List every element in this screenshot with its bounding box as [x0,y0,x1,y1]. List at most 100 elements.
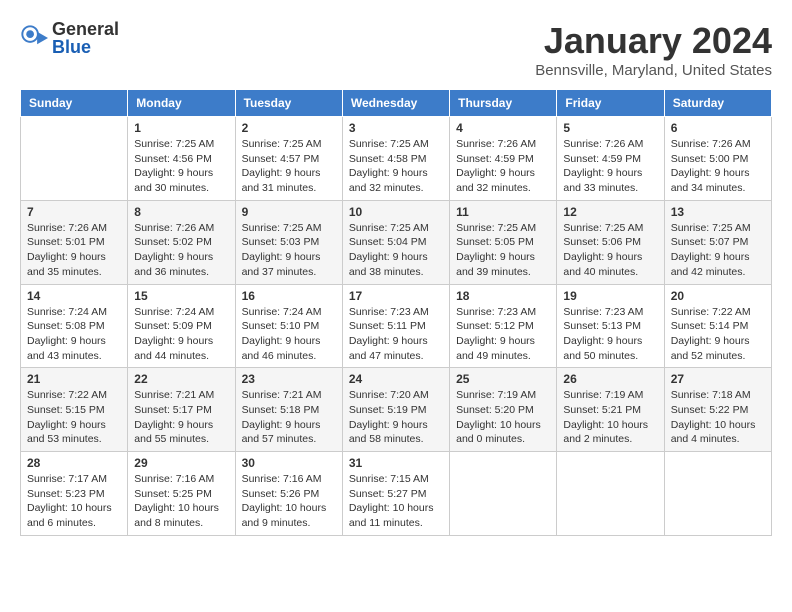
calendar-cell: 11 Sunrise: 7:25 AMSunset: 5:05 PMDayligh… [450,200,557,284]
calendar-cell: 13 Sunrise: 7:25 AMSunset: 5:07 PMDayligh… [664,200,771,284]
day-number: 17 [349,289,443,303]
day-number: 9 [242,205,336,219]
day-info: Sunrise: 7:25 AMSunset: 4:56 PMDaylight:… [134,137,228,196]
day-info: Sunrise: 7:26 AMSunset: 4:59 PMDaylight:… [563,137,657,196]
calendar-cell: 9 Sunrise: 7:25 AMSunset: 5:03 PMDaylight… [235,200,342,284]
day-info: Sunrise: 7:26 AMSunset: 4:59 PMDaylight:… [456,137,550,196]
day-info: Sunrise: 7:19 AMSunset: 5:21 PMDaylight:… [563,388,657,447]
day-info: Sunrise: 7:25 AMSunset: 4:58 PMDaylight:… [349,137,443,196]
day-info: Sunrise: 7:19 AMSunset: 5:20 PMDaylight:… [456,388,550,447]
day-info: Sunrise: 7:24 AMSunset: 5:09 PMDaylight:… [134,305,228,364]
month-title: January 2024 [535,20,772,62]
day-number: 22 [134,372,228,386]
day-number: 21 [27,372,121,386]
col-header-tuesday: Tuesday [235,90,342,117]
day-info: Sunrise: 7:25 AMSunset: 5:06 PMDaylight:… [563,221,657,280]
day-info: Sunrise: 7:24 AMSunset: 5:08 PMDaylight:… [27,305,121,364]
col-header-monday: Monday [128,90,235,117]
calendar-cell: 25 Sunrise: 7:19 AMSunset: 5:20 PMDayligh… [450,368,557,452]
calendar-cell: 12 Sunrise: 7:25 AMSunset: 5:06 PMDayligh… [557,200,664,284]
calendar-cell: 4 Sunrise: 7:26 AMSunset: 4:59 PMDaylight… [450,117,557,201]
calendar-cell: 27 Sunrise: 7:18 AMSunset: 5:22 PMDayligh… [664,368,771,452]
day-number: 14 [27,289,121,303]
calendar-cell: 31 Sunrise: 7:15 AMSunset: 5:27 PMDayligh… [342,452,449,536]
calendar-cell: 3 Sunrise: 7:25 AMSunset: 4:58 PMDaylight… [342,117,449,201]
calendar-cell: 15 Sunrise: 7:24 AMSunset: 5:09 PMDayligh… [128,284,235,368]
calendar-cell: 26 Sunrise: 7:19 AMSunset: 5:21 PMDayligh… [557,368,664,452]
calendar-cell: 19 Sunrise: 7:23 AMSunset: 5:13 PMDayligh… [557,284,664,368]
day-info: Sunrise: 7:25 AMSunset: 5:03 PMDaylight:… [242,221,336,280]
day-info: Sunrise: 7:17 AMSunset: 5:23 PMDaylight:… [27,472,121,531]
page-header: General Blue January 2024 Bennsville, Ma… [20,20,772,79]
day-number: 5 [563,121,657,135]
day-info: Sunrise: 7:23 AMSunset: 5:12 PMDaylight:… [456,305,550,364]
calendar-cell: 7 Sunrise: 7:26 AMSunset: 5:01 PMDaylight… [21,200,128,284]
calendar-cell: 23 Sunrise: 7:21 AMSunset: 5:18 PMDayligh… [235,368,342,452]
logo: General Blue [20,20,119,56]
col-header-friday: Friday [557,90,664,117]
day-number: 1 [134,121,228,135]
day-number: 7 [27,205,121,219]
day-info: Sunrise: 7:15 AMSunset: 5:27 PMDaylight:… [349,472,443,531]
day-info: Sunrise: 7:25 AMSunset: 5:05 PMDaylight:… [456,221,550,280]
day-info: Sunrise: 7:20 AMSunset: 5:19 PMDaylight:… [349,388,443,447]
day-number: 11 [456,205,550,219]
calendar-cell [21,117,128,201]
calendar-cell: 2 Sunrise: 7:25 AMSunset: 4:57 PMDaylight… [235,117,342,201]
day-number: 12 [563,205,657,219]
day-info: Sunrise: 7:21 AMSunset: 5:18 PMDaylight:… [242,388,336,447]
day-info: Sunrise: 7:25 AMSunset: 4:57 PMDaylight:… [242,137,336,196]
day-number: 30 [242,456,336,470]
day-number: 24 [349,372,443,386]
calendar-cell: 8 Sunrise: 7:26 AMSunset: 5:02 PMDaylight… [128,200,235,284]
day-info: Sunrise: 7:16 AMSunset: 5:25 PMDaylight:… [134,472,228,531]
day-number: 10 [349,205,443,219]
day-info: Sunrise: 7:24 AMSunset: 5:10 PMDaylight:… [242,305,336,364]
day-number: 8 [134,205,228,219]
day-number: 23 [242,372,336,386]
col-header-saturday: Saturday [664,90,771,117]
day-info: Sunrise: 7:26 AMSunset: 5:01 PMDaylight:… [27,221,121,280]
location-text: Bennsville, Maryland, United States [535,62,772,79]
day-info: Sunrise: 7:26 AMSunset: 5:00 PMDaylight:… [671,137,765,196]
calendar-cell: 21Sunrise: 7:22 AMSunset: 5:15 PMDayligh… [21,368,128,452]
day-info: Sunrise: 7:26 AMSunset: 5:02 PMDaylight:… [134,221,228,280]
day-number: 15 [134,289,228,303]
calendar-cell: 17 Sunrise: 7:23 AMSunset: 5:11 PMDayligh… [342,284,449,368]
logo-general-text: General [52,19,119,39]
day-info: Sunrise: 7:18 AMSunset: 5:22 PMDaylight:… [671,388,765,447]
day-number: 27 [671,372,765,386]
calendar-cell: 18 Sunrise: 7:23 AMSunset: 5:12 PMDayligh… [450,284,557,368]
day-number: 20 [671,289,765,303]
calendar-cell [557,452,664,536]
calendar-cell: 16Sunrise: 7:24 AMSunset: 5:10 PMDayligh… [235,284,342,368]
day-info: Sunrise: 7:25 AMSunset: 5:04 PMDaylight:… [349,221,443,280]
day-number: 25 [456,372,550,386]
calendar-cell: 22 Sunrise: 7:21 AMSunset: 5:17 PMDayligh… [128,368,235,452]
day-number: 13 [671,205,765,219]
calendar-cell: 14 Sunrise: 7:24 AMSunset: 5:08 PMDayligh… [21,284,128,368]
day-info: Sunrise: 7:21 AMSunset: 5:17 PMDaylight:… [134,388,228,447]
calendar-cell: 6Sunrise: 7:26 AMSunset: 5:00 PMDaylight… [664,117,771,201]
day-info: Sunrise: 7:25 AMSunset: 5:07 PMDaylight:… [671,221,765,280]
day-number: 28 [27,456,121,470]
day-number: 18 [456,289,550,303]
calendar-cell: 29 Sunrise: 7:16 AMSunset: 5:25 PMDayligh… [128,452,235,536]
calendar-cell: 30 Sunrise: 7:16 AMSunset: 5:26 PMDayligh… [235,452,342,536]
day-info: Sunrise: 7:23 AMSunset: 5:13 PMDaylight:… [563,305,657,364]
calendar-cell: 10 Sunrise: 7:25 AMSunset: 5:04 PMDayligh… [342,200,449,284]
day-number: 3 [349,121,443,135]
col-header-sunday: Sunday [21,90,128,117]
col-header-wednesday: Wednesday [342,90,449,117]
calendar-table: SundayMondayTuesdayWednesdayThursdayFrid… [20,89,772,536]
day-number: 29 [134,456,228,470]
calendar-cell: 5 Sunrise: 7:26 AMSunset: 4:59 PMDaylight… [557,117,664,201]
day-number: 4 [456,121,550,135]
calendar-cell: 24 Sunrise: 7:20 AMSunset: 5:19 PMDayligh… [342,368,449,452]
day-info: Sunrise: 7:16 AMSunset: 5:26 PMDaylight:… [242,472,336,531]
day-number: 31 [349,456,443,470]
day-info: Sunrise: 7:23 AMSunset: 5:11 PMDaylight:… [349,305,443,364]
day-number: 26 [563,372,657,386]
day-number: 2 [242,121,336,135]
day-number: 19 [563,289,657,303]
